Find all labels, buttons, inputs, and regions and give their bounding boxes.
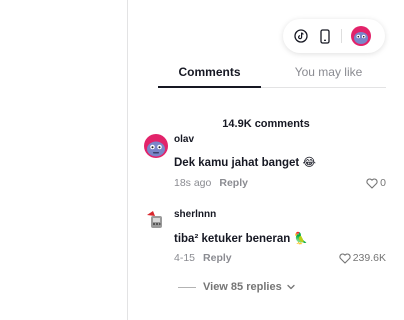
comment-meta: 4-15 Reply: [174, 252, 232, 264]
laughing-emoji-icon: 😂: [302, 157, 316, 169]
avatar[interactable]: [144, 134, 168, 158]
avatar[interactable]: [144, 209, 168, 233]
comment-item: sherlnnn tiba² ketuker beneran 🦜 4-15 Rep…: [144, 209, 388, 269]
tab-comments[interactable]: Comments: [158, 62, 261, 88]
comment-item: olav Dek kamu jahat banget 😂 18s ago Repl…: [144, 134, 388, 194]
chevron-down-icon: [287, 284, 295, 290]
tab-divider: [261, 87, 386, 88]
heart-icon[interactable]: [366, 177, 378, 189]
panel-divider: [127, 0, 128, 320]
like-count: 239.6K: [352, 252, 386, 264]
comment-text: tiba² ketuker beneran 🦜: [174, 231, 308, 245]
comment-time: 4-15: [174, 252, 196, 264]
top-toolbar: [283, 19, 385, 53]
phone-icon[interactable]: [317, 28, 333, 44]
reply-button[interactable]: Reply: [203, 252, 232, 264]
heart-icon[interactable]: [339, 252, 351, 264]
user-avatar[interactable]: [351, 26, 371, 46]
active-tab-indicator: [158, 86, 261, 88]
replies-divider-line: [178, 286, 196, 288]
tiktok-icon[interactable]: [293, 28, 309, 44]
toolbar-separator: [341, 29, 342, 43]
comment-meta: 18s ago Reply: [174, 177, 248, 189]
reply-button[interactable]: Reply: [219, 177, 248, 189]
comments-count: 14.9K comments: [222, 118, 310, 130]
comment-username[interactable]: olav: [174, 134, 194, 145]
tab-bar: Comments You may like: [158, 62, 386, 88]
comment-time: 18s ago: [174, 177, 212, 189]
comment-username[interactable]: sherlnnn: [174, 209, 216, 220]
parrot-emoji-icon: 🦜: [293, 233, 308, 245]
like-count: 0: [380, 177, 386, 189]
comment-text-body: tiba² ketuker beneran: [174, 233, 291, 245]
tab-you-may-like[interactable]: You may like: [271, 62, 386, 88]
like-button[interactable]: 0: [366, 177, 386, 189]
like-button[interactable]: 239.6K: [339, 252, 386, 264]
view-replies-button[interactable]: View 85 replies: [178, 281, 296, 293]
view-replies-label: View 85 replies: [203, 281, 282, 293]
comment-text-body: Dek kamu jahat banget: [174, 157, 300, 169]
comment-text: Dek kamu jahat banget 😂: [174, 155, 316, 169]
